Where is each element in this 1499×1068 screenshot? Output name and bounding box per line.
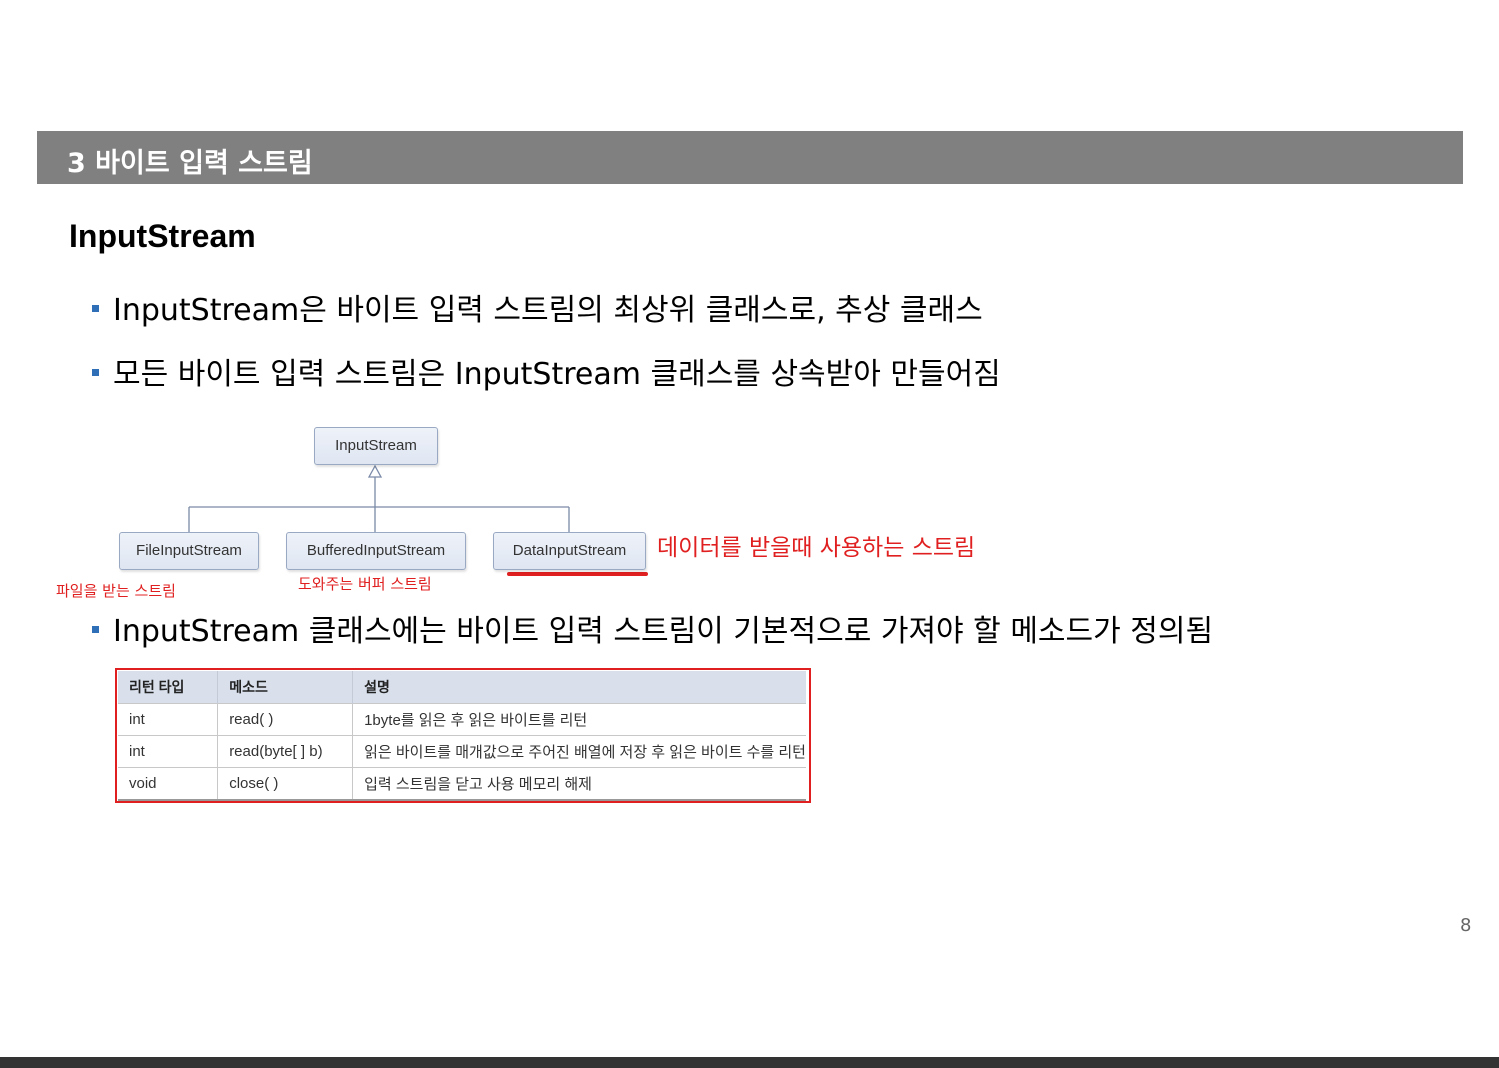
bullet-item-3: InputStream 클래스에는 바이트 입력 스트림이 기본적으로 가져야 … [92,606,1213,650]
square-bullet-icon [92,626,99,633]
inheritance-arrow-icon [367,464,383,478]
table-highlight-frame [115,668,811,803]
class-box-datainputstream: DataInputStream [493,532,646,570]
annotation-data-stream: 데이터를 받을때 사용하는 스트림 [657,535,976,561]
footer-bar [0,1057,1499,1068]
class-box-bufferedinputstream: BufferedInputStream [286,532,466,570]
bullet-text: InputStream 클래스에는 바이트 입력 스트림이 기본적으로 가져야 … [113,614,1214,649]
page-number: 8 [1460,915,1472,936]
class-box-inputstream: InputStream [314,427,438,465]
annotation-buffer-stream: 도와주는 버퍼 스트림 [298,575,432,593]
class-box-fileinputstream: FileInputStream [119,532,259,570]
annotation-file-stream: 파일을 받는 스트림 [56,582,176,600]
